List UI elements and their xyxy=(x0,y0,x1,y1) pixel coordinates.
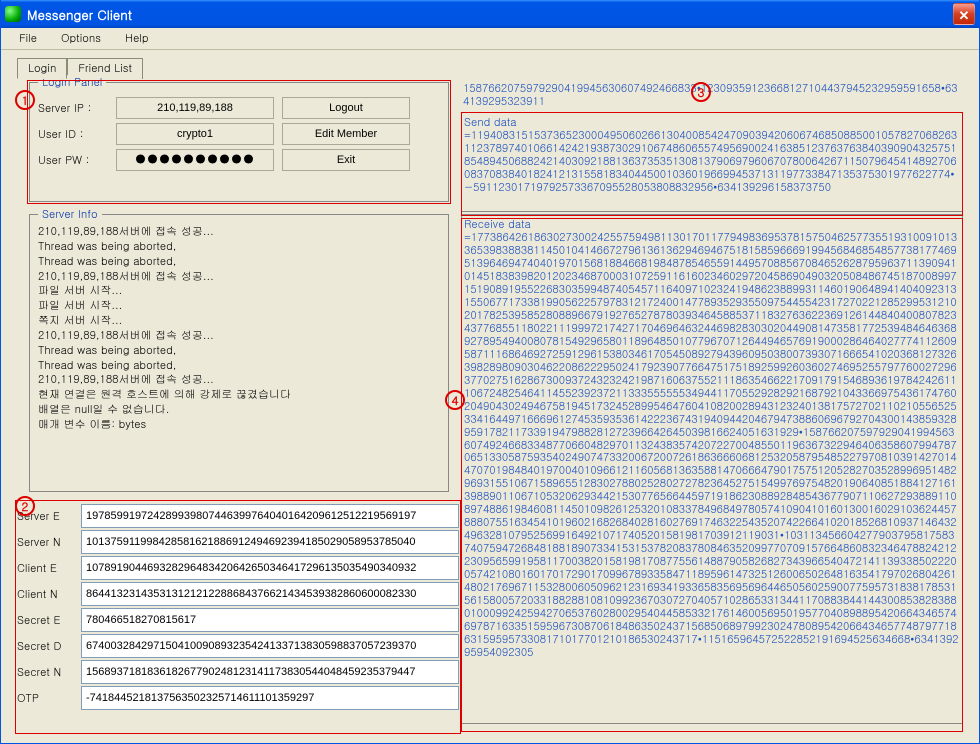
user-pw-field[interactable]: ●●●●●●●●●● xyxy=(116,149,274,171)
menu-options[interactable]: Options xyxy=(51,29,111,48)
content-area: Login Friend List Login Panel Server IP … xyxy=(1,50,979,743)
label-client-e: Client E xyxy=(17,561,81,576)
server-info-panel: Server Info 210,119,89,188서버에 접속 성공... T… xyxy=(29,214,449,492)
annotation-circle-3: 3 xyxy=(691,82,711,102)
server-info-log[interactable]: 210,119,89,188서버에 접속 성공... Thread was be… xyxy=(38,225,440,483)
server-info-legend: Server Info xyxy=(38,207,102,222)
close-button[interactable]: ✕ xyxy=(953,3,975,25)
menu-file[interactable]: File xyxy=(9,29,47,48)
annotation-circle-2: 2 xyxy=(15,496,35,516)
field-secret-d[interactable] xyxy=(81,634,459,658)
receive-data-body: =177386426186302730024255759498113017011… xyxy=(464,232,960,660)
label-otp: OTP xyxy=(17,691,81,706)
annotation-circle-4: 4 xyxy=(445,390,465,410)
send-data-box: Send data =11940831515373652300049506026… xyxy=(461,112,963,212)
receive-data-box: Receive data =17738642618630273002425575… xyxy=(461,214,963,724)
label-user-pw: User PW : xyxy=(38,153,108,168)
label-server-ip: Server IP : xyxy=(38,101,108,116)
login-panel: Login Panel Server IP : Logout User ID :… xyxy=(29,82,449,202)
header-numbers: 1587662075979290419945630607492466833•12… xyxy=(461,82,963,110)
field-server-e[interactable] xyxy=(81,504,459,528)
right-pane: 1587662075979290419945630607492466833•12… xyxy=(461,82,963,730)
field-server-n[interactable] xyxy=(81,530,459,554)
titlebar: Messenger Client ✕ xyxy=(1,0,979,28)
annotation-circle-1: 1 xyxy=(15,90,35,110)
close-icon: ✕ xyxy=(959,5,970,24)
field-secret-e[interactable] xyxy=(81,608,459,632)
window-title: Messenger Client xyxy=(27,5,953,24)
label-secret-e: Secret E xyxy=(17,613,81,628)
field-client-e[interactable] xyxy=(81,556,459,580)
logout-button[interactable]: Logout xyxy=(282,97,410,119)
exit-button[interactable]: Exit xyxy=(282,149,410,171)
edit-member-button[interactable]: Edit Member xyxy=(282,123,410,145)
field-client-n[interactable] xyxy=(81,582,459,606)
keys-panel: Server E Server N Client E Client N Secr… xyxy=(17,502,459,712)
menu-help[interactable]: Help xyxy=(115,29,158,48)
label-user-id: User ID : xyxy=(38,127,108,142)
label-secret-n: Secret N xyxy=(17,665,81,680)
tab-login[interactable]: Login xyxy=(17,58,67,79)
label-client-n: Client N xyxy=(17,587,81,602)
field-secret-n[interactable] xyxy=(81,660,459,684)
server-ip-field[interactable] xyxy=(116,97,274,119)
label-secret-d: Secret D xyxy=(17,639,81,654)
menubar: File Options Help xyxy=(1,28,979,50)
field-otp[interactable] xyxy=(81,686,459,710)
label-server-n: Server N xyxy=(17,535,81,550)
send-data-body: =119408315153736523000495060266130400854… xyxy=(464,130,960,195)
user-id-field[interactable] xyxy=(116,123,274,145)
app-window: Messenger Client ✕ File Options Help Log… xyxy=(0,0,980,744)
app-icon xyxy=(5,6,21,22)
